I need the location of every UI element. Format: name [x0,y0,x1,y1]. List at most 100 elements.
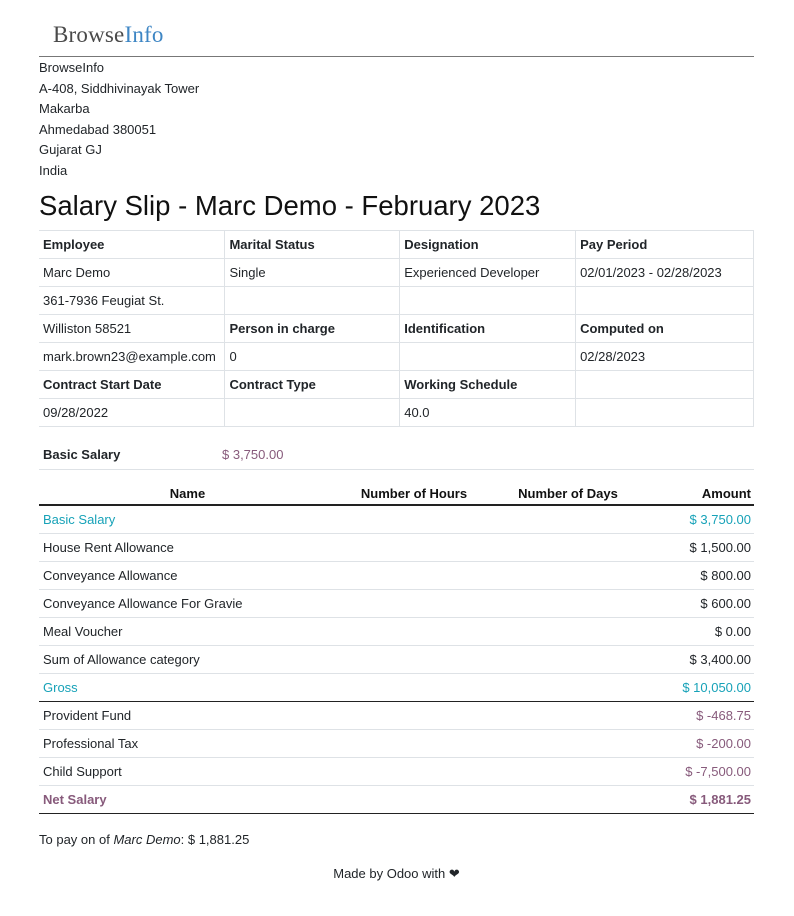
line-amount: $ 3,750.00 [644,505,754,534]
line-days [492,785,644,814]
table-row: Sum of Allowance category $ 3,400.00 [39,645,754,674]
contract-type-value [224,398,401,427]
table-row: Provident Fund $ -468.75 [39,701,754,730]
table-row: Basic Salary $ 3,750.00 [39,505,754,534]
line-hours [336,505,492,534]
working-schedule-label: Working Schedule [399,370,577,399]
employee-street: 361-7936 Feugiat St. [39,286,226,315]
header-divider [39,56,754,57]
person-in-charge-label: Person in charge [224,314,401,343]
line-days [492,645,644,674]
identification-label: Identification [399,314,577,343]
line-days [492,673,644,702]
line-days [492,729,644,758]
line-hours [336,617,492,646]
line-days [492,533,644,562]
designation-value: Experienced Developer [399,258,577,287]
info-row: Contract Start Date Contract Type Workin… [39,370,754,399]
line-hours [336,785,492,814]
table-row: House Rent Allowance $ 1,500.00 [39,533,754,562]
marital-status-value: Single [224,258,401,287]
empty-cell [575,398,754,427]
empty-cell [399,286,577,315]
line-amount: $ 10,050.00 [644,673,754,702]
net-salary-row: Net Salary $ 1,881.25 [39,785,754,814]
basic-salary-value: $ 3,750.00 [222,447,284,462]
empty-cell [575,370,754,399]
employee-city: Williston 58521 [39,314,226,343]
line-amount: $ 3,400.00 [644,645,754,674]
column-header-name: Name [39,482,336,506]
table-row: Conveyance Allowance For Gravie $ 600.00 [39,589,754,618]
employee-info-table: Employee Marital Status Designation Pay … [39,230,754,427]
to-pay-statement: To pay on of Marc Demo: $ 1,881.25 [39,832,249,847]
person-in-charge-value: 0 [224,342,401,371]
info-row: mark.brown23@example.com 0 02/28/2023 [39,342,754,371]
table-header-row: Name Number of Hours Number of Days Amou… [39,482,754,506]
logo-text-browse: Browse [53,22,125,47]
designation-label: Designation [399,230,577,259]
line-hours [336,729,492,758]
line-name: Gross [39,673,336,702]
line-days [492,589,644,618]
contract-start-value: 09/28/2022 [39,398,226,427]
info-row: Williston 58521 Person in charge Identif… [39,314,754,343]
line-name: Conveyance Allowance For Gravie [39,589,336,618]
to-pay-amount: : $ 1,881.25 [180,832,250,847]
address-state: Gujarat GJ [39,142,102,157]
contract-start-label: Contract Start Date [39,370,226,399]
info-row: Marc Demo Single Experienced Developer 0… [39,258,754,287]
employee-email: mark.brown23@example.com [39,342,226,371]
line-amount: $ 800.00 [644,561,754,590]
line-hours [336,589,492,618]
line-name: House Rent Allowance [39,533,336,562]
column-header-amount: Amount [644,482,754,506]
line-name: Net Salary [39,785,336,814]
table-row: Professional Tax $ -200.00 [39,729,754,758]
line-name: Professional Tax [39,729,336,758]
computed-on-value: 02/28/2023 [575,342,754,371]
logo-text-info: Info [124,22,164,47]
table-row: Gross $ 10,050.00 [39,673,754,702]
address-country: India [39,162,68,178]
line-name: Child Support [39,757,336,786]
line-hours [336,701,492,730]
column-header-days: Number of Days [492,482,644,506]
info-row: 361-7936 Feugiat St. [39,286,754,315]
computed-on-label: Computed on [575,314,754,343]
line-days [492,505,644,534]
line-name: Sum of Allowance category [39,645,336,674]
empty-cell [224,286,401,315]
line-hours [336,561,492,590]
pay-period-value: 02/01/2023 - 02/28/2023 [575,258,754,287]
line-days [492,757,644,786]
employee-label: Employee [39,230,226,259]
line-amount: $ 600.00 [644,589,754,618]
line-hours [336,673,492,702]
line-amount: $ 0.00 [644,617,754,646]
empty-cell [575,286,754,315]
line-amount: $ -468.75 [644,701,754,730]
address-line-2: Makarba [39,101,90,116]
page-title: Salary Slip - Marc Demo - February 2023 [39,190,541,221]
address-city: Ahmedabad 380051 [39,121,157,137]
address-line-1: A-408, Siddhivinayak Tower [39,80,200,96]
column-header-hours: Number of Hours [336,482,492,506]
line-days [492,701,644,730]
basic-salary-summary: Basic Salary $ 3,750.00 [39,441,754,470]
line-hours [336,757,492,786]
info-row: 09/28/2022 40.0 [39,398,754,427]
table-row: Child Support $ -7,500.00 [39,757,754,786]
line-hours [336,645,492,674]
table-row: Conveyance Allowance $ 800.00 [39,561,754,590]
line-name: Provident Fund [39,701,336,730]
basic-salary-label: Basic Salary [43,447,121,462]
line-amount: $ 1,500.00 [644,533,754,562]
company-address: BrowseInfo A-408, Siddhivinayak Tower Ma… [39,58,199,181]
footer-made-by: Made by Odoo with ❤ [333,866,460,881]
line-days [492,617,644,646]
company-logo: BrowseInfo [53,22,164,48]
working-schedule-value: 40.0 [399,398,577,427]
employee-name: Marc Demo [39,258,226,287]
company-name: BrowseInfo [39,60,105,75]
